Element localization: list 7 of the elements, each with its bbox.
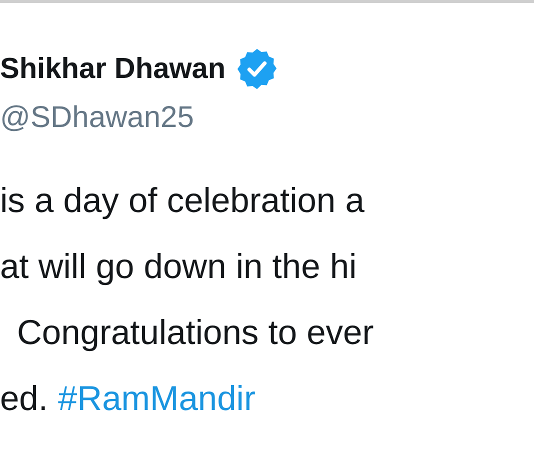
author-handle: @SDhawan25 (0, 100, 194, 136)
tweet-text-line: ed. (0, 379, 48, 420)
tweet-text-line: Congratulations to ever (16, 313, 374, 354)
tweet-text-line: is a day of celebration a (0, 181, 364, 222)
hashtag-link[interactable]: #RamMandir (58, 366, 256, 432)
author-name: Shikhar Dhawan (0, 52, 226, 87)
tweet-text-line: at will go down in the hi (0, 247, 357, 288)
